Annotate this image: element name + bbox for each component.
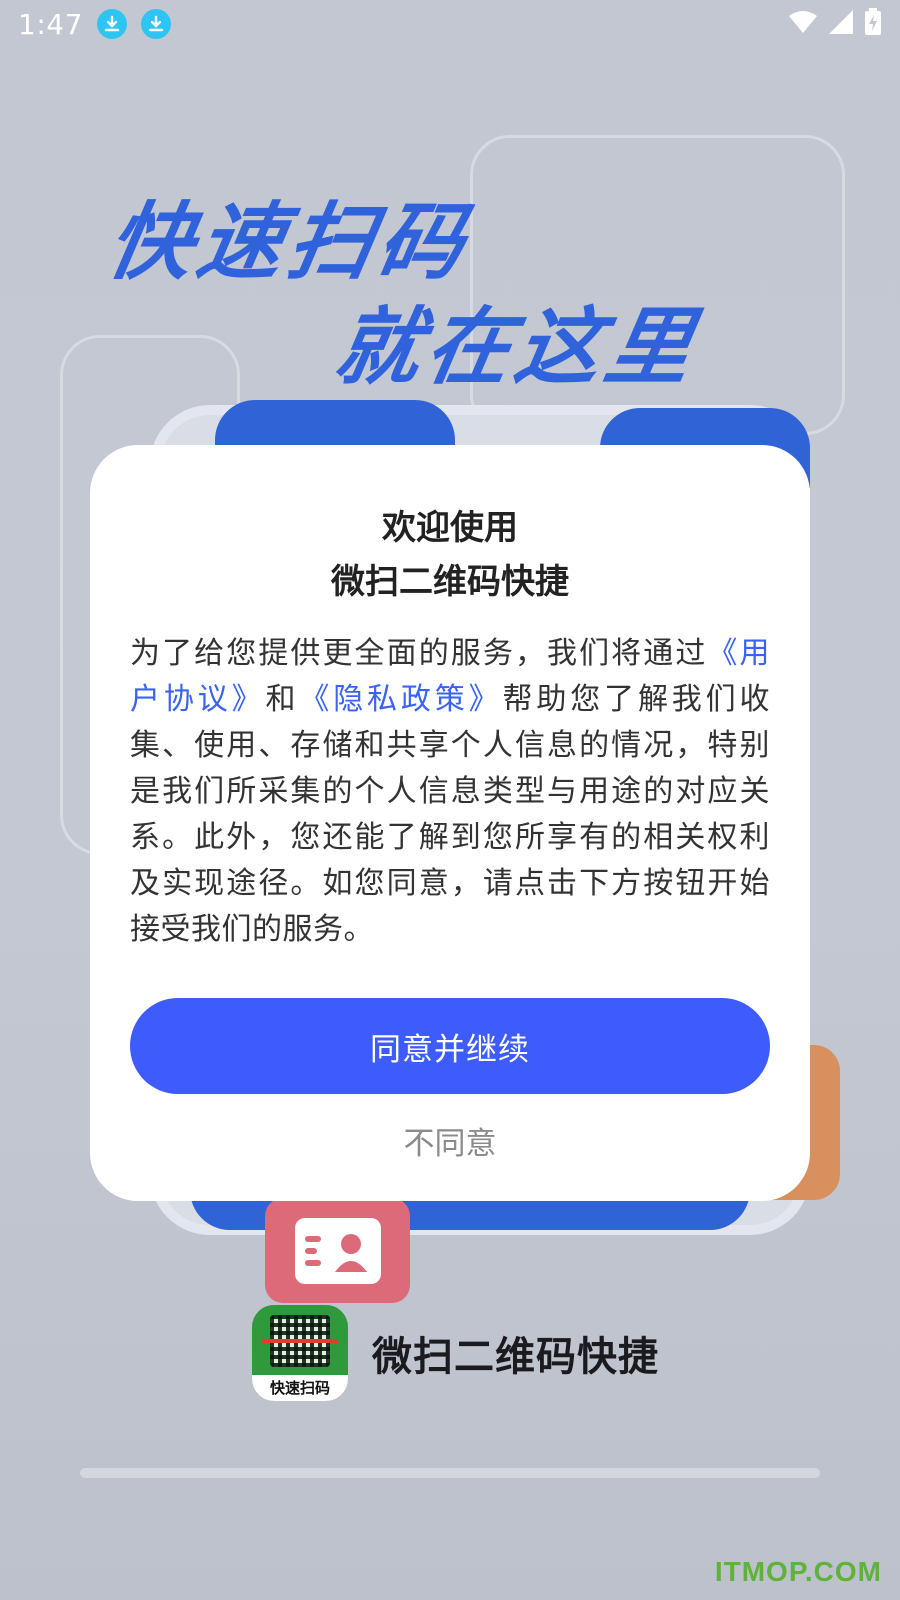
hero-headline-1: 快速扫码 [100,193,478,291]
hero-headline-2: 就在这里 [328,298,706,396]
dialog-title: 欢迎使用 微扫二维码快捷 [130,501,770,609]
dialog-body: 为了给您提供更全面的服务，我们将通过《用户协议》和《隐私政策》帮助您了解我们收集… [130,631,770,953]
dialog-body-text: 和 [265,682,300,717]
privacy-policy-link[interactable]: 《隐私政策》 [299,682,502,717]
status-left: 1:47 [18,8,171,41]
signal-icon [828,9,854,39]
dialog-title-line-1: 欢迎使用 [382,508,518,548]
app-logo-caption: 快速扫码 [252,1375,348,1401]
watermark: ITMOP.COM [714,1556,882,1587]
scan-line-icon [262,1339,338,1343]
app-brand: 快速扫码 微扫二维码快捷 [252,1305,659,1401]
dialog-body-text: 帮助您了解我们收集、使用、存储和共享个人信息的情况，特别是我们所采集的个人信息类… [130,682,771,947]
dialog-body-text: 为了给您提供更全面的服务，我们将通过 [130,636,708,671]
status-right [788,8,882,40]
wifi-icon [788,10,818,38]
app-logo: 快速扫码 [252,1305,348,1401]
battery-charging-icon [864,8,882,40]
download-icon [96,9,127,39]
disagree-button[interactable]: 不同意 [130,1110,770,1170]
status-time: 1:47 [18,7,83,41]
dialog-title-line-2: 微扫二维码快捷 [331,562,569,602]
privacy-consent-dialog: 欢迎使用 微扫二维码快捷 为了给您提供更全面的服务，我们将通过《用户协议》和《隐… [90,445,810,1201]
bottom-indicator-bar [80,1468,820,1478]
download-icon [140,9,171,39]
contact-card-icon [265,1198,410,1303]
app-brand-name: 微扫二维码快捷 [372,1334,659,1380]
agree-continue-button[interactable]: 同意并继续 [130,998,770,1094]
status-bar: 1:47 [0,0,900,48]
